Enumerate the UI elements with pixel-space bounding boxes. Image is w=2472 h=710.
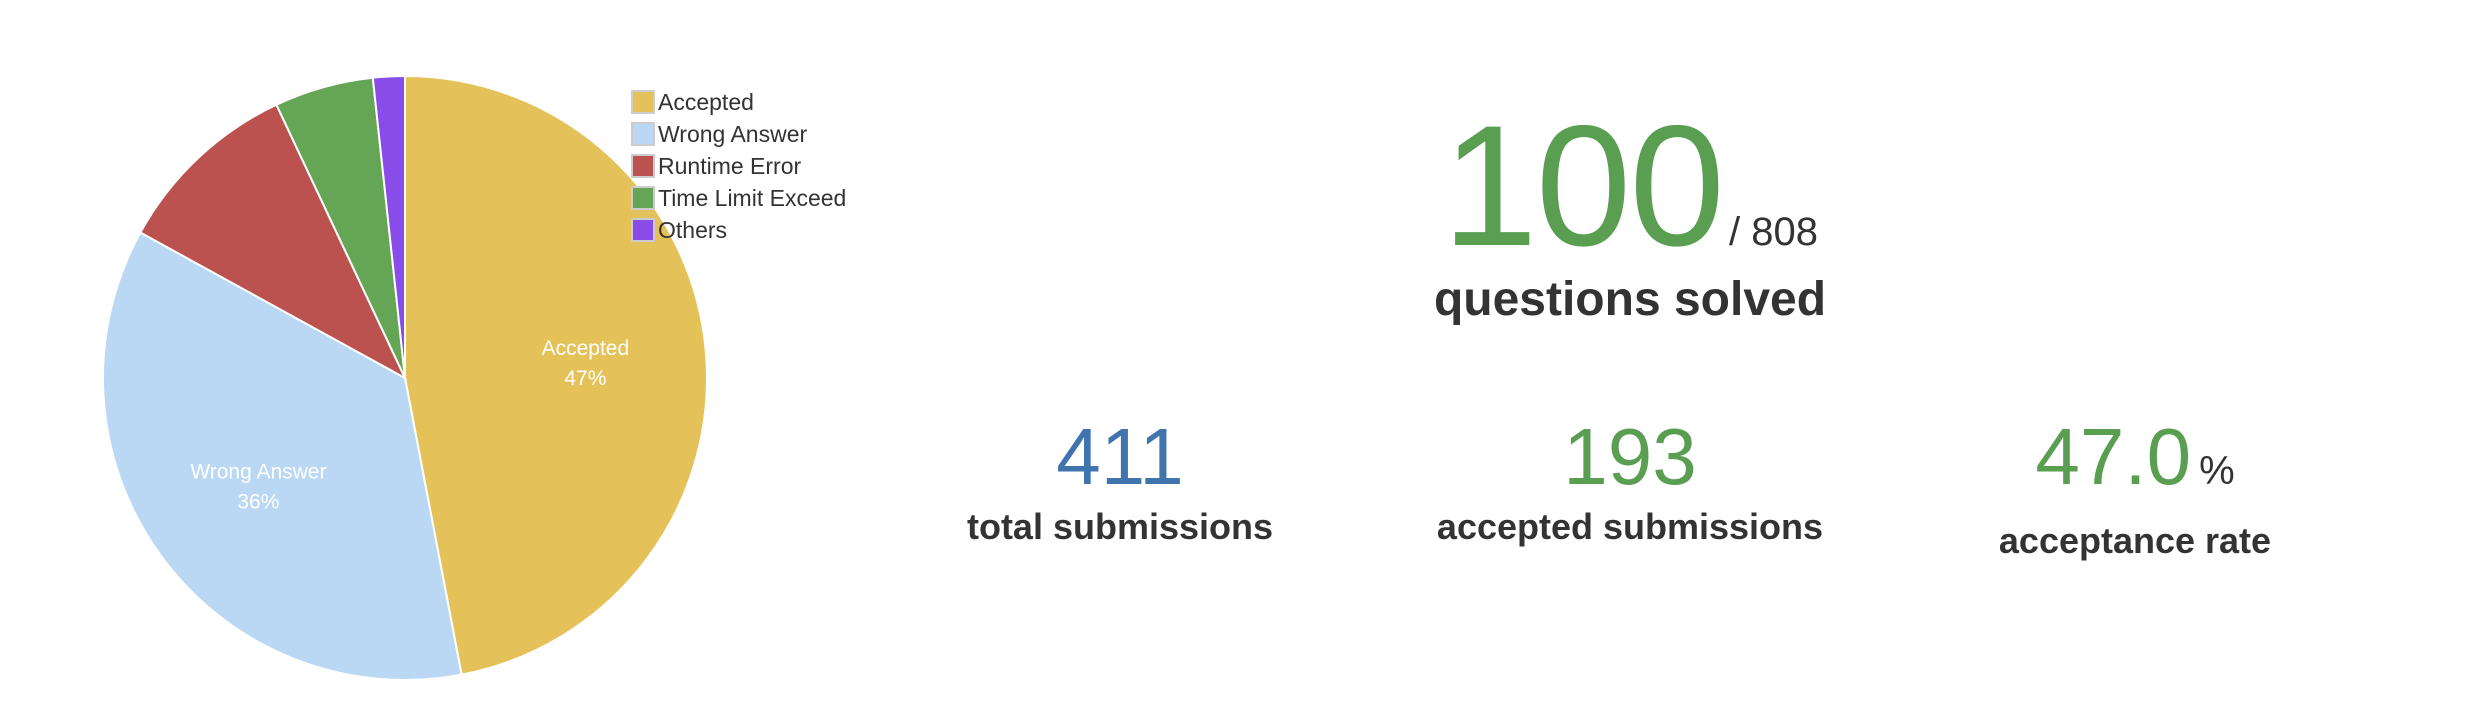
- legend-label: Others: [658, 216, 728, 243]
- acceptance-rate-caption: acceptance rate: [1998, 520, 2272, 561]
- slice-label-name: Wrong Answer: [190, 461, 326, 484]
- legend-item: Wrong Answer: [631, 118, 846, 150]
- legend-item: Accepted: [631, 86, 846, 118]
- accepted-submissions-stat: 193 accepted submissions: [1410, 412, 1850, 548]
- questions-total-count: / 808: [1729, 210, 1818, 254]
- accepted-submissions-caption: accepted submissions: [1436, 506, 1824, 547]
- acceptance-rate-unit: %: [2199, 449, 2235, 493]
- questions-solved-caption: questions solved: [1433, 273, 1827, 326]
- legend-swatch: [631, 154, 655, 178]
- acceptance-rate-figure: 47.0%: [1935, 412, 2335, 516]
- accepted-submissions-count: 193: [1563, 412, 1697, 501]
- questions-solved-figure: 100/ 808: [1360, 100, 1900, 272]
- legend-item: Runtime Error: [631, 150, 846, 182]
- slice-label-percent: 47%: [564, 367, 606, 390]
- legend-item: Others: [631, 214, 846, 246]
- slice-label-percent: 36%: [237, 491, 279, 514]
- chart-legend: Accepted Wrong Answer Runtime Error Time Li…: [631, 86, 846, 246]
- acceptance-rate-value: 47.0: [2035, 412, 2192, 501]
- legend-label: Wrong Answer: [658, 120, 808, 147]
- legend-label: Time Limit Exceed: [658, 184, 847, 211]
- acceptance-rate-stat: 47.0% acceptance rate: [1935, 412, 2335, 562]
- total-submissions-count: 411: [1056, 412, 1184, 501]
- legend-label: Runtime Error: [658, 152, 802, 179]
- legend-swatch: [631, 122, 655, 146]
- slice-label-name: Accepted: [542, 337, 630, 360]
- legend-swatch: [631, 90, 655, 114]
- legend-item: Time Limit Exceed: [631, 182, 846, 214]
- legend-label: Accepted: [658, 88, 754, 115]
- submission-pie-chart: Accepted 47% Wrong Answer 36% Accepted Wrong…: [0, 0, 880, 710]
- total-submissions-stat: 411 total submissions: [920, 412, 1320, 548]
- legend-swatch: [631, 186, 655, 210]
- total-submissions-caption: total submissions: [966, 506, 1274, 547]
- legend-swatch: [631, 218, 655, 242]
- questions-solved-count: 100: [1442, 90, 1725, 282]
